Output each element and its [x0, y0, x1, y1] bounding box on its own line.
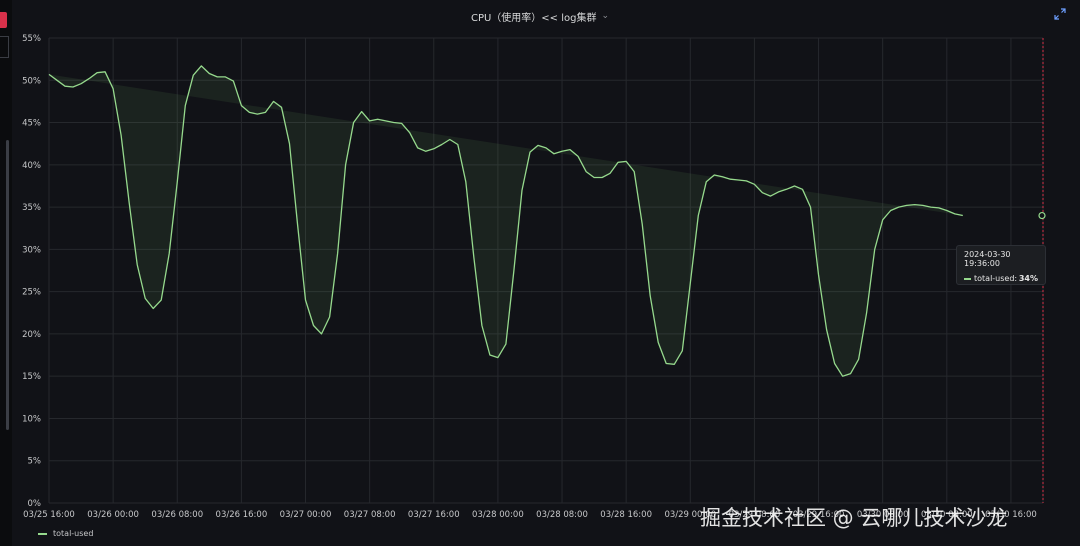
tooltip-row: total-used: 34% [964, 274, 1038, 283]
panel-title[interactable]: CPU（使用率）<< log集群 [471, 9, 597, 24]
tooltip-series-swatch [964, 277, 971, 280]
y-tick-label: 15% [22, 372, 41, 382]
x-tick-label: 03/27 16:00 [408, 510, 460, 520]
legend-label-total-used[interactable]: total-used [53, 529, 93, 538]
y-tick-label: 40% [22, 161, 41, 171]
x-tick-label: 03/26 16:00 [216, 510, 268, 520]
chart-legend[interactable]: total-used [38, 529, 93, 538]
y-tick-label: 45% [22, 119, 41, 129]
tooltip-value: 34% [1018, 274, 1038, 283]
chart-grid [48, 37, 1044, 504]
x-tick-label: 03/26 08:00 [151, 510, 203, 520]
y-tick-label: 55% [22, 34, 41, 44]
panel-header[interactable]: CPU（使用率）<< log集群 ⌄ [0, 7, 1080, 25]
x-tick-label: 03/28 08:00 [536, 510, 588, 520]
y-axis: 0% 5% 10% 15% 20% 25% 30% 35% 40% 45% 50% 55% [22, 34, 41, 509]
y-tick-label: 30% [22, 245, 41, 255]
y-tick-label: 5% [28, 457, 42, 467]
x-tick-label: 03/25 16:00 [23, 510, 75, 520]
hover-point [1038, 211, 1046, 220]
hover-tooltip: 2024-03-30 19:36:00 total-used: 34% [956, 245, 1046, 285]
y-tick-label: 20% [22, 330, 41, 340]
dashboard-page: 0% 5% 10% 15% 20% 25% 30% 35% 40% 45% 50% 55% 03/25… [0, 0, 1080, 546]
series-area-total-used [49, 65, 963, 377]
x-tick-label: 03/27 08:00 [344, 510, 396, 520]
x-tick-label: 03/26 00:00 [87, 510, 139, 520]
y-tick-label: 0% [28, 499, 42, 509]
x-tick-label: 03/27 00:00 [280, 510, 332, 520]
tooltip-time: 2024-03-30 19:36:00 [964, 250, 1011, 268]
y-tick-label: 10% [22, 414, 41, 424]
watermark-text: 掘金技术社区 @ 云哪儿技术沙龙 [700, 506, 1008, 530]
x-tick-label: 03/28 16:00 [600, 510, 652, 520]
expand-icon[interactable] [1054, 8, 1066, 20]
chevron-down-icon[interactable]: ⌄ [601, 11, 609, 21]
y-tick-label: 35% [22, 203, 41, 213]
tooltip-series-label: total-used: [974, 274, 1018, 283]
y-tick-label: 50% [22, 76, 41, 86]
x-tick-label: 03/28 00:00 [472, 510, 524, 520]
cpu-chart[interactable]: 0% 5% 10% 15% 20% 25% 30% 35% 40% 45% 50% 55% 03/25… [0, 0, 1080, 546]
chart-area-layer [48, 65, 963, 377]
y-tick-label: 25% [22, 288, 41, 298]
legend-swatch [38, 532, 47, 535]
